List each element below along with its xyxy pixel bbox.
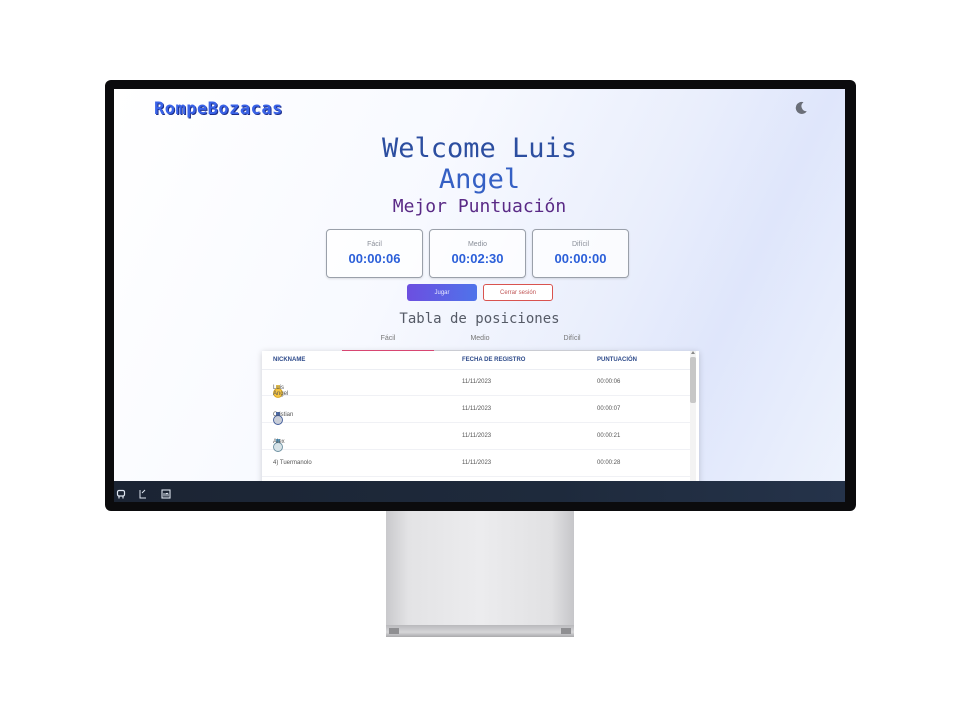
- footer-bar: [114, 481, 845, 502]
- nickname-text: Cristian: [273, 412, 294, 418]
- play-button[interactable]: Jugar: [407, 284, 477, 301]
- nickname-text: Alex: [273, 439, 285, 445]
- table-row: 4) Tuermanolo 11/11/2023 00:00:28: [262, 450, 690, 477]
- table-row: Luis Angel 11/11/2023 00:00:06: [262, 369, 690, 398]
- tab-easy[interactable]: Fácil: [342, 335, 434, 352]
- row-score: 00:00:21: [597, 433, 621, 439]
- score-card-label: Difícil: [571, 241, 590, 248]
- best-score-cards: Fácil 00:00:06 Medio 00:02:30 Difícil 00…: [326, 229, 629, 278]
- monitor-frame: RompeBozacas Welcome Luis Angel Mejor Pu…: [105, 80, 856, 511]
- score-card-easy: Fácil 00:00:06: [326, 229, 423, 278]
- row-score: 00:00:07: [597, 406, 621, 412]
- row-date: 11/11/2023: [462, 460, 492, 466]
- scrollbar-thumb[interactable]: [690, 357, 696, 403]
- monitor-stand-foot: [386, 625, 574, 637]
- tab-hard[interactable]: Difícil: [526, 335, 618, 351]
- column-header-nickname: NICKNAME: [273, 357, 306, 363]
- moon-icon[interactable]: [793, 100, 809, 116]
- logout-button[interactable]: Cerrar sesión: [483, 284, 553, 301]
- welcome-line-1: Welcome Luis: [381, 133, 578, 164]
- gitlab-icon[interactable]: [137, 486, 147, 499]
- github-icon[interactable]: [116, 486, 126, 499]
- welcome-line-2: Angel: [438, 164, 521, 195]
- table-scrollbar[interactable]: [690, 351, 696, 502]
- score-card-value: 00:00:00: [554, 251, 607, 266]
- score-card-hard: Difícil 00:00:00: [532, 229, 629, 278]
- score-card-value: 00:02:30: [451, 251, 504, 266]
- table-row: Alex 11/11/2023 00:00:21: [262, 423, 690, 452]
- score-card-medium: Medio 00:02:30: [429, 229, 526, 278]
- score-card-value: 00:00:06: [348, 251, 401, 266]
- app-screen: RompeBozacas Welcome Luis Angel Mejor Pu…: [114, 89, 845, 502]
- score-card-label: Medio: [467, 241, 488, 248]
- best-score-title: Mejor Puntuación: [392, 196, 567, 217]
- leaderboard-title: Tabla de posiciones: [399, 311, 560, 327]
- row-date: 11/11/2023: [462, 433, 492, 439]
- leaderboard-tabs: Fácil Medio Difícil: [342, 335, 618, 352]
- app-logo[interactable]: RompeBozacas: [154, 99, 283, 119]
- linkedin-icon[interactable]: [161, 486, 171, 499]
- row-date: 11/11/2023: [462, 406, 492, 412]
- row-nickname: 4) Tuermanolo: [273, 460, 312, 466]
- scroll-up-icon[interactable]: [691, 351, 695, 354]
- table-row: Cristian 11/11/2023 00:00:07: [262, 396, 690, 425]
- row-score: 00:00:06: [597, 379, 621, 385]
- row-score: 00:00:28: [597, 460, 621, 466]
- leaderboard-table: NICKNAME FECHA DE REGISTRO PUNTUACIÓN Lu…: [262, 351, 699, 502]
- monitor-stand: [386, 511, 574, 627]
- column-header-date: FECHA DE REGISTRO: [462, 357, 526, 363]
- column-header-score: PUNTUACIÓN: [597, 357, 637, 363]
- tab-medium[interactable]: Medio: [434, 335, 526, 351]
- score-card-label: Fácil: [367, 241, 382, 248]
- welcome-heading: Welcome Luis Angel: [114, 133, 845, 195]
- row-date: 11/11/2023: [462, 379, 492, 385]
- table-header: NICKNAME FECHA DE REGISTRO PUNTUACIÓN: [262, 351, 690, 370]
